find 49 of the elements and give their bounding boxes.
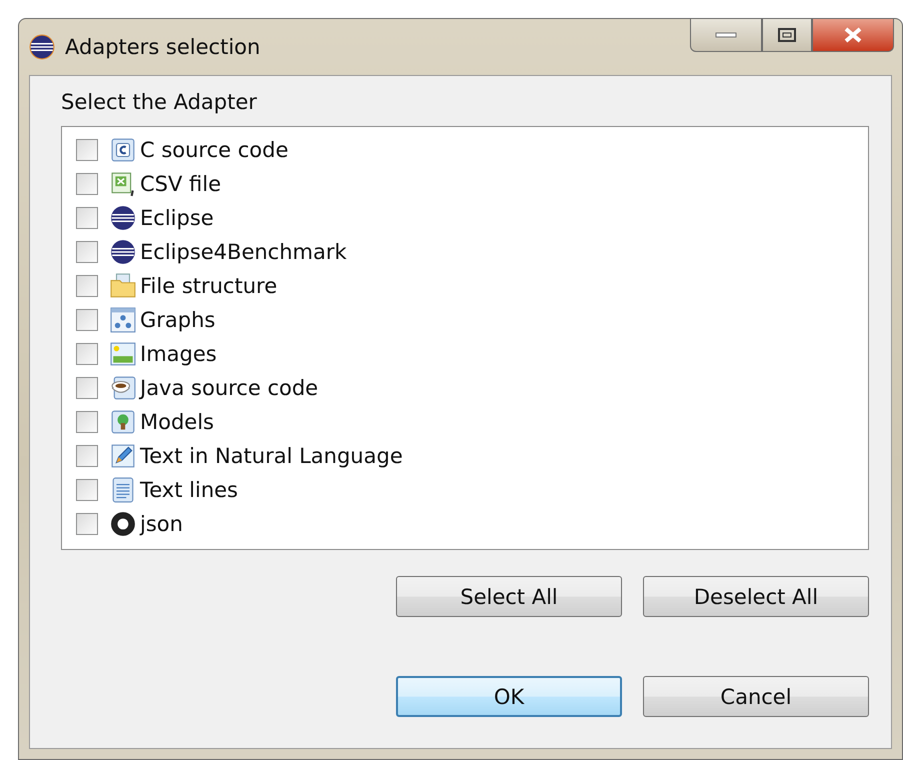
maximize-button[interactable]: [762, 19, 812, 52]
adapter-name[interactable]: Eclipse: [140, 206, 214, 230]
checkbox[interactable]: [76, 207, 98, 229]
dialog-button[interactable]: OK: [396, 676, 622, 717]
checkbox[interactable]: [76, 411, 98, 433]
restore-icon: [777, 27, 797, 43]
close-button[interactable]: [812, 19, 894, 52]
checkbox[interactable]: [76, 479, 98, 501]
folder-icon: [110, 273, 136, 299]
adapter-name[interactable]: Text in Natural Language: [140, 444, 403, 468]
eclipse-sphere-icon: [110, 239, 136, 265]
dialog-button[interactable]: Cancel: [643, 676, 869, 717]
ring-icon: [110, 511, 136, 537]
dialog-button[interactable]: Select All: [396, 576, 622, 617]
adapter-name[interactable]: Graphs: [140, 308, 216, 332]
checkbox[interactable]: [76, 241, 98, 263]
checkbox[interactable]: [76, 513, 98, 535]
adapter-name[interactable]: Images: [140, 342, 217, 366]
checkbox[interactable]: [76, 275, 98, 297]
pen-icon: [110, 443, 136, 469]
window-title: Adapters selection: [65, 35, 260, 59]
adapter-name[interactable]: Text lines: [140, 478, 238, 502]
checkbox[interactable]: [76, 377, 98, 399]
adapter-name[interactable]: C source code: [140, 138, 288, 162]
eclipse-sphere-icon: [110, 205, 136, 231]
graph-window-icon: [110, 307, 136, 333]
adapter-name[interactable]: Java source code: [140, 376, 318, 400]
adapter-name[interactable]: Eclipse4Benchmark: [140, 240, 347, 264]
minimize-icon: [715, 32, 737, 38]
checkbox[interactable]: [76, 343, 98, 365]
checkbox[interactable]: [76, 173, 98, 195]
eclipse-sphere-icon: [29, 34, 55, 60]
checkbox[interactable]: [76, 139, 98, 161]
checkbox[interactable]: [76, 445, 98, 467]
adapter-name[interactable]: CSV file: [140, 172, 222, 196]
list-prompt: Select the Adapter: [61, 90, 258, 114]
minimize-button[interactable]: [690, 19, 762, 52]
adapter-name[interactable]: File structure: [140, 274, 278, 298]
tree-icon: [110, 409, 136, 435]
close-icon: [842, 27, 864, 43]
dialog-button[interactable]: Deselect All: [643, 576, 869, 617]
c-file-icon: [110, 137, 136, 163]
adapter-name[interactable]: Models: [140, 410, 214, 434]
spreadsheet-icon: [110, 171, 136, 197]
coffee-cup-icon: [110, 375, 136, 401]
text-document-icon: [110, 477, 136, 503]
checkbox[interactable]: [76, 309, 98, 331]
image-icon: [110, 341, 136, 367]
adapter-name[interactable]: json: [140, 512, 183, 536]
